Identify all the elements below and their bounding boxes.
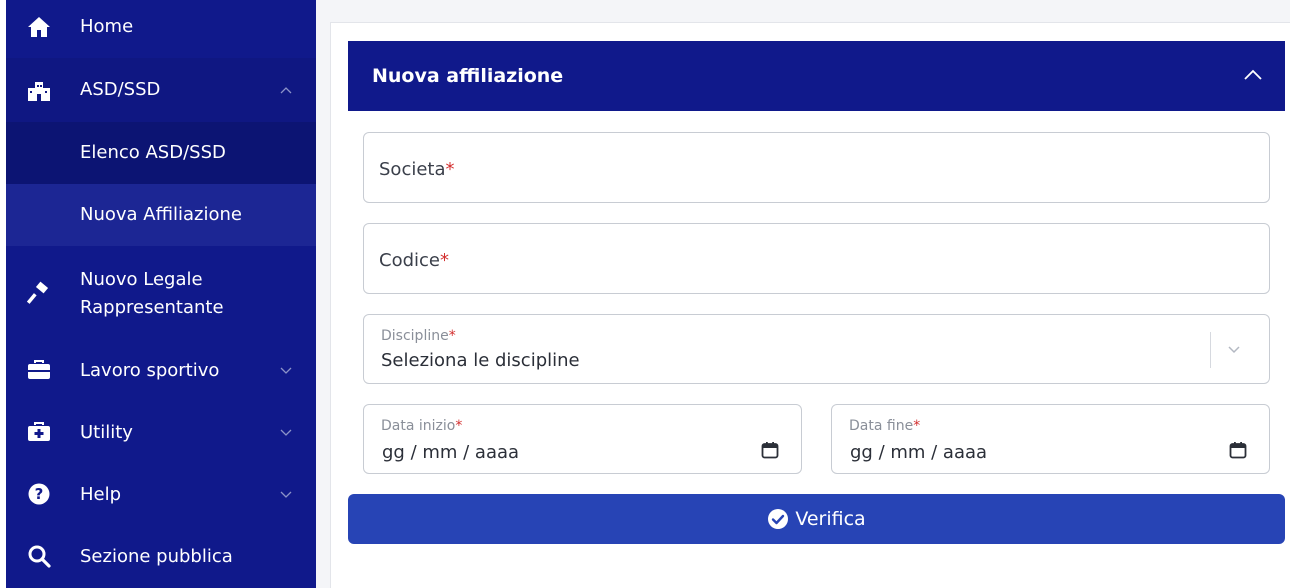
sidebar-item-label: ASD/SSD (80, 79, 161, 100)
discipline-select[interactable]: Discipline* Seleziona le discipline (363, 314, 1270, 384)
chevron-down-icon[interactable] (278, 363, 294, 379)
sidebar-item-label: Elenco ASD/SSD (80, 142, 226, 163)
select-divider (1210, 332, 1211, 368)
sidebar-item-help[interactable]: ? Help (6, 464, 316, 526)
buildings-icon (26, 78, 52, 104)
briefcase-icon (26, 357, 52, 383)
chevron-down-icon[interactable] (1226, 343, 1242, 357)
sidebar-item-label-line1: Nuovo Legale (80, 269, 203, 290)
sidebar-item-lavoro-sportivo[interactable]: Lavoro sportivo (6, 340, 316, 402)
data-fine-value: gg / mm / aaaa (850, 442, 988, 463)
home-icon (26, 14, 52, 40)
sidebar-item-home[interactable]: Home (6, 0, 316, 58)
chevron-up-icon[interactable] (278, 82, 294, 98)
sidebar-item-sezione-pubblica[interactable]: Sezione pubblica (6, 526, 316, 588)
gavel-icon (26, 280, 52, 306)
check-circle-icon (768, 509, 789, 529)
chevron-down-icon[interactable] (278, 425, 294, 441)
main-content: Nuova affiliazione Societa* Codice* Disc… (316, 0, 1290, 588)
codice-field[interactable]: Codice* (363, 223, 1270, 294)
panel-title: Nuova affiliazione (372, 65, 564, 87)
calendar-icon[interactable] (761, 441, 779, 459)
data-inizio-label: Data inizio* (381, 418, 463, 434)
app: Home ASD/SSD Elenco ASD/SSD Nuova Affili… (0, 0, 1290, 588)
calendar-icon[interactable] (1229, 441, 1247, 459)
question-circle-icon: ? (26, 481, 52, 507)
sidebar-item-label: Nuova Affiliazione (80, 204, 242, 225)
data-fine-field[interactable]: Data fine* gg / mm / aaaa (831, 404, 1270, 474)
chevron-up-icon[interactable] (1243, 67, 1263, 83)
search-icon (26, 543, 52, 569)
svg-text:?: ? (35, 485, 44, 503)
medkit-icon (26, 419, 52, 445)
chevron-down-icon[interactable] (278, 487, 294, 503)
sidebar-item-label: Utility (80, 422, 133, 443)
panel-header[interactable]: Nuova affiliazione (348, 41, 1285, 111)
sidebar-item-nuovo-legale-rappresentante[interactable]: Nuovo Legale Rappresentante (6, 246, 316, 340)
discipline-label: Discipline* (381, 328, 456, 344)
verifica-label: Verifica (795, 508, 866, 530)
sidebar-item-nuova-affiliazione[interactable]: Nuova Affiliazione (6, 184, 316, 246)
sidebar-item-asd-ssd[interactable]: ASD/SSD (6, 58, 316, 122)
discipline-placeholder: Seleziona le discipline (381, 350, 580, 371)
data-fine-label: Data fine* (849, 418, 921, 434)
societa-label: Societa* (379, 159, 455, 180)
sidebar-item-label-line2: Rappresentante (80, 297, 224, 318)
verifica-button[interactable]: Verifica (348, 494, 1285, 544)
sidebar-item-label: Lavoro sportivo (80, 360, 220, 381)
sidebar-item-label: Sezione pubblica (80, 546, 233, 567)
codice-label: Codice* (379, 250, 449, 271)
sidebar-item-utility[interactable]: Utility (6, 402, 316, 464)
sidebar: Home ASD/SSD Elenco ASD/SSD Nuova Affili… (6, 0, 316, 588)
societa-field[interactable]: Societa* (363, 132, 1270, 203)
sidebar-item-elenco-asd-ssd[interactable]: Elenco ASD/SSD (6, 122, 316, 184)
sidebar-item-label: Home (80, 16, 134, 37)
data-inizio-value: gg / mm / aaaa (382, 442, 520, 463)
data-inizio-field[interactable]: Data inizio* gg / mm / aaaa (363, 404, 802, 474)
sidebar-item-label: Help (80, 484, 122, 505)
